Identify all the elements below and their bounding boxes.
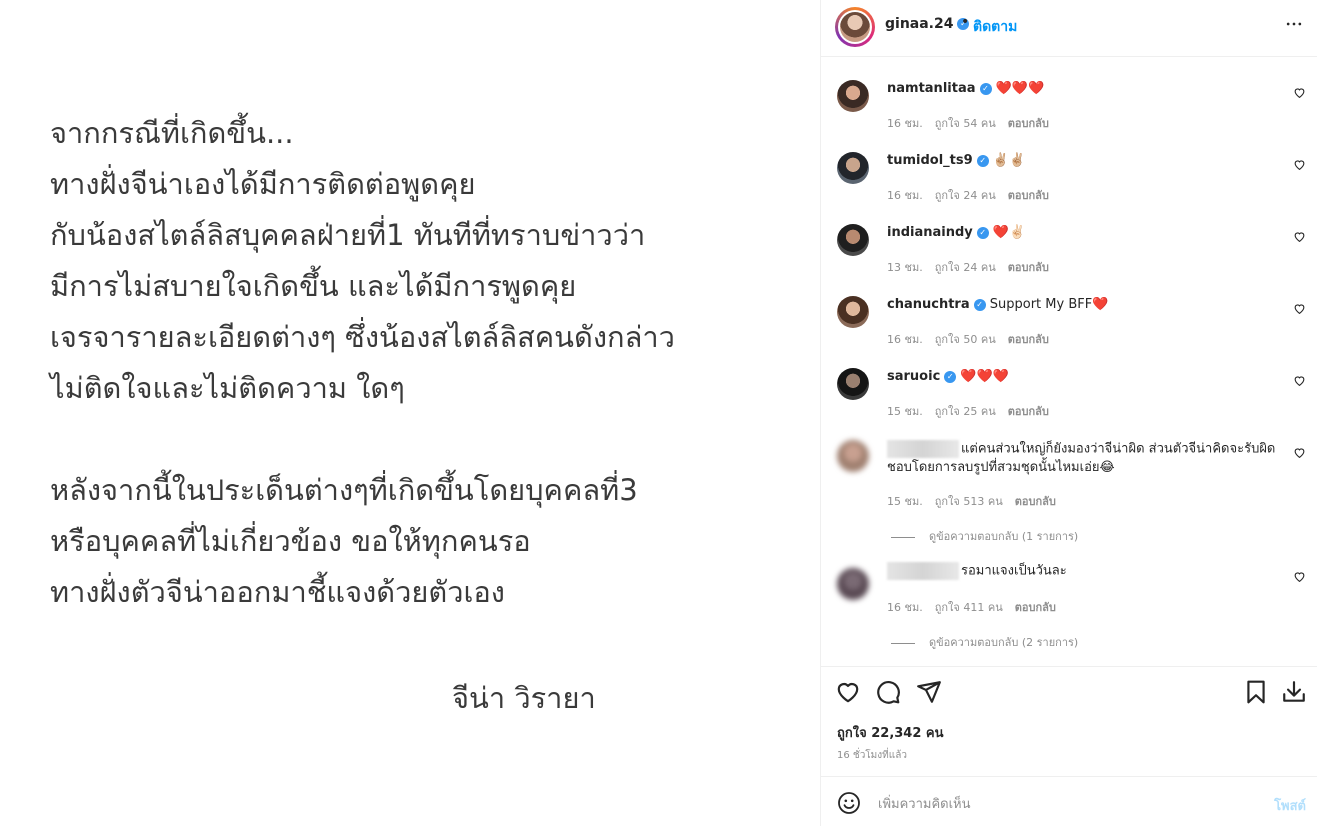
more-horizontal-icon[interactable] xyxy=(1284,14,1304,37)
comment-like-heart-icon[interactable] xyxy=(1293,374,1306,391)
commenter-avatar[interactable] xyxy=(837,224,869,256)
statement-signature: จีน่า วิรายา xyxy=(452,681,596,715)
verified-badge-icon: ✓ xyxy=(976,154,989,167)
likes-count[interactable]: ถูกใจ 22,342 คน xyxy=(837,722,944,743)
commenter-avatar[interactable] xyxy=(837,440,869,472)
smiley-icon[interactable] xyxy=(837,791,861,815)
comment-meta: 16 ชม. ถูกใจ 411 คน ตอบกลับ xyxy=(887,598,1068,616)
comment-time: 16 ชม. xyxy=(887,601,923,614)
statement-line: มีการไม่สบายใจเกิดขึ้น และได้มีการพูดคุย xyxy=(50,269,577,303)
post-time: 16 ชั่วโมงที่แล้ว xyxy=(837,750,907,761)
commenter-username[interactable]: namtanlitaa xyxy=(887,81,976,96)
comment-text: รอมาแจงเป็นวันละ xyxy=(961,563,1067,579)
verified-badge-icon: ✓ xyxy=(979,82,992,95)
view-replies-button[interactable]: ดูข้อความตอบกลับ (2 รายการ) xyxy=(891,633,1078,651)
statement-line: เจรจารายละเอียดต่างๆ ซึ่งน้องสไตล์ลิสคนด… xyxy=(50,320,675,354)
statement-line: กับน้องสไตล์ลิสบุคคลฝ่ายที่1 ทันทีที่ทรา… xyxy=(50,218,646,252)
reply-button[interactable]: ตอบกลับ xyxy=(1015,601,1056,614)
reply-button[interactable]: ตอบกลับ xyxy=(1015,495,1056,508)
statement-line: หรือบุคคลที่ไม่เกี่ยวข้อง ขอให้ทุกคนรอ xyxy=(50,524,531,558)
comment-like-heart-icon[interactable] xyxy=(1293,86,1306,103)
comments-panel: ginaa.24 ✓ • ติดตาม namtanlitaa ✓ ❤️❤️❤️ 1… xyxy=(820,0,1317,826)
post-image: จากกรณีที่เกิดขึ้น... ทางฝั่งจีน่าเองได้… xyxy=(0,0,820,826)
comment-time: 15 ชม. xyxy=(887,495,923,508)
commenter-avatar[interactable] xyxy=(837,568,869,600)
separator-dot: • xyxy=(961,14,970,30)
view-replies-button[interactable]: ดูข้อความตอบกลับ (1 รายการ) xyxy=(891,527,1078,545)
statement-line: หลังจากนี้ในประเด็นต่างๆที่เกิดขึ้นโดยบุ… xyxy=(50,473,638,507)
statement-text: จากกรณีที่เกิดขึ้น... ทางฝั่งจีน่าเองได้… xyxy=(50,108,675,618)
verified-badge-icon: ✓ xyxy=(973,298,986,311)
comment-likes[interactable]: ถูกใจ 411 คน xyxy=(935,601,1003,614)
blurred-username[interactable] xyxy=(887,562,959,580)
heart-icon[interactable] xyxy=(835,679,863,707)
verified-badge-icon: ✓ xyxy=(976,226,989,239)
action-bar: ถูกใจ 22,342 คน 16 ชั่วโมงที่แล้ว xyxy=(821,666,1317,777)
view-replies-label: ดูข้อความตอบกลับ (1 รายการ) xyxy=(929,530,1079,543)
statement-line: ทางฝั่งตัวจีน่าออกมาชี้แจงด้วยตัวเอง xyxy=(50,575,505,609)
commenter-avatar[interactable] xyxy=(837,296,869,328)
comment-like-heart-icon[interactable] xyxy=(1293,446,1306,463)
author-avatar[interactable] xyxy=(835,7,875,47)
comment-like-heart-icon[interactable] xyxy=(1293,570,1306,587)
blurred-username[interactable] xyxy=(887,440,959,458)
view-replies-label: ดูข้อความตอบกลับ (2 รายการ) xyxy=(929,636,1079,649)
statement-gap xyxy=(50,414,675,465)
commenter-username[interactable]: chanuchtra xyxy=(887,297,970,312)
commenter-avatar[interactable] xyxy=(837,80,869,112)
statement-line: ทางฝั่งจีน่าเองได้มีการติดต่อพูดคุย xyxy=(50,167,476,201)
post-header: ginaa.24 ✓ • ติดตาม xyxy=(821,0,1317,57)
bookmark-icon[interactable] xyxy=(1243,679,1271,707)
comment-text: Support My BFF❤️ xyxy=(989,297,1109,312)
comment-likes[interactable]: ถูกใจ 513 คน xyxy=(935,495,1003,508)
replies-dash xyxy=(891,642,915,644)
comment-text: ❤️❤️❤️ xyxy=(995,81,1045,96)
comment-like-heart-icon[interactable] xyxy=(1293,158,1306,175)
comment-item: indianaindy ✓ ❤️✌🏻 13 ชม. ถูกใจ 24 คน ตอบกล… xyxy=(821,200,1317,274)
comment-item: tumidol_ts9 ✓ ✌🏼✌🏼 16 ชม. ถูกใจ 24 คน ตอบกล… xyxy=(821,128,1317,202)
author-username[interactable]: ginaa.24 xyxy=(885,16,953,32)
comment-icon[interactable] xyxy=(875,679,903,707)
comment-list: namtanlitaa ✓ ❤️❤️❤️ 16 ชม. ถูกใจ 54 คน ตอบ… xyxy=(821,56,1317,666)
comment-text: ✌🏼✌🏼 xyxy=(992,153,1026,168)
replies-dash xyxy=(891,536,915,538)
comment-composer: โพสต์ xyxy=(821,776,1317,827)
comment-input[interactable] xyxy=(876,792,1250,816)
commenter-avatar[interactable] xyxy=(837,152,869,184)
comment-like-heart-icon[interactable] xyxy=(1293,230,1306,247)
comment-item: saruoic ✓ ❤️❤️❤️ 15 ชม. ถูกใจ 25 คน ตอบกลับ xyxy=(821,344,1317,418)
comment-like-heart-icon[interactable] xyxy=(1293,302,1306,319)
commenter-username[interactable]: tumidol_ts9 xyxy=(887,153,973,168)
commenter-avatar[interactable] xyxy=(837,368,869,400)
follow-button[interactable]: ติดตาม xyxy=(973,16,1017,38)
commenter-username[interactable]: indianaindy xyxy=(887,225,973,240)
download-icon[interactable] xyxy=(1281,679,1309,707)
post-comment-button[interactable]: โพสต์ xyxy=(1274,795,1306,816)
comment-item: รอมาแจงเป็นวันละ 16 ชม. ถูกใจ 411 คน ตอบกล… xyxy=(821,544,1317,664)
comment-text: ❤️✌🏻 xyxy=(992,225,1026,240)
comment-item: แต่คนส่วนใหญ่ก็ยังมองว่าจีน่าผิด ส่วนตัว… xyxy=(821,416,1317,543)
comment-item: namtanlitaa ✓ ❤️❤️❤️ 16 ชม. ถูกใจ 54 คน ตอบ… xyxy=(821,56,1317,130)
comment-text: ❤️❤️❤️ xyxy=(960,369,1009,384)
statement-line: จากกรณีที่เกิดขึ้น... xyxy=(50,116,294,150)
statement-line: ไม่ติดใจและไม่ติดความ ใดๆ xyxy=(50,371,405,405)
comment-meta: 15 ชม. ถูกใจ 513 คน ตอบกลับ xyxy=(887,492,1068,510)
share-icon[interactable] xyxy=(916,679,944,707)
verified-badge-icon: ✓ xyxy=(944,370,957,383)
commenter-username[interactable]: saruoic xyxy=(887,369,940,384)
comment-item: chanuchtra ✓ Support My BFF❤️ 16 ชม. ถูกใจ… xyxy=(821,272,1317,346)
